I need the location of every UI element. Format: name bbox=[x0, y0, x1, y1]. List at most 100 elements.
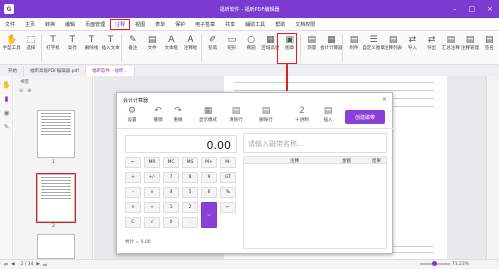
menu-item[interactable]: 主页 bbox=[20, 21, 40, 28]
calc-key[interactable]: 6 bbox=[201, 187, 217, 198]
menu-item[interactable]: 文件 bbox=[0, 21, 20, 28]
calc-key[interactable]: 4 bbox=[163, 187, 179, 198]
calculator-tool-button[interactable]: ⚙ 设置 bbox=[121, 105, 143, 123]
calc-key[interactable]: MC bbox=[163, 157, 179, 168]
calculator-tool-button[interactable]: ▤ 清除行 bbox=[225, 105, 247, 123]
page-thumbnail[interactable] bbox=[37, 234, 75, 259]
ribbon-button[interactable]: ○ 椭圆 bbox=[242, 33, 261, 52]
ribbon-button[interactable]: ▦ 会计计算器 bbox=[320, 33, 343, 52]
hand-icon[interactable]: ✋ bbox=[2, 80, 11, 89]
ribbon-button[interactable]: ⇄ 导出 bbox=[422, 33, 441, 52]
ribbon-button[interactable]: T 插入文本 bbox=[101, 33, 120, 52]
calc-key[interactable]: ← bbox=[220, 202, 236, 213]
zoom-slider-handle[interactable] bbox=[432, 261, 437, 266]
document-tab[interactable]: 福昕软件 - 福昕... bbox=[86, 66, 135, 76]
ribbon-button[interactable]: ▤ 注释列表 bbox=[384, 33, 403, 52]
calculator-tool-button[interactable]: ▤ 删除行 bbox=[255, 105, 277, 123]
calc-key[interactable]: GT bbox=[220, 172, 236, 183]
calc-key[interactable]: + bbox=[125, 172, 141, 183]
calculator-tool-button[interactable]: ↷ 重做 bbox=[167, 105, 189, 123]
create-tape-button[interactable]: 创建磁带 bbox=[345, 110, 385, 124]
ribbon-button[interactable]: ▤ 测量 bbox=[302, 33, 321, 52]
zoom-out-icon[interactable]: ⊖ bbox=[19, 88, 23, 94]
calc-key[interactable]: M- bbox=[220, 157, 236, 168]
ribbon-separator bbox=[300, 34, 302, 62]
calc-key[interactable]: × bbox=[125, 202, 141, 213]
calc-key[interactable]: 1 bbox=[163, 202, 179, 213]
ribbon-tool-icon: T bbox=[88, 34, 95, 45]
menu-item[interactable]: 注释 bbox=[110, 18, 131, 30]
ribbon-button[interactable]: T 删除线 bbox=[82, 33, 101, 52]
ribbon-button[interactable]: ✋ 手型工具 bbox=[2, 33, 21, 52]
calc-key[interactable]: +/- bbox=[144, 172, 160, 183]
calc-key[interactable]: MR bbox=[144, 157, 160, 168]
bookmark-icon[interactable]: ▮ bbox=[2, 94, 11, 103]
menu-item[interactable]: 共享 bbox=[220, 21, 240, 28]
calc-key[interactable]: - bbox=[125, 187, 141, 198]
ribbon-button[interactable]: ▤ 汇总注释 bbox=[441, 33, 460, 52]
page-thumbnail[interactable] bbox=[36, 173, 76, 223]
document-tab[interactable]: 福昕高级PDF编辑器.pdf bbox=[24, 66, 86, 76]
calc-key[interactable]: M+ bbox=[201, 157, 217, 168]
calc-key[interactable]: √ bbox=[144, 217, 160, 228]
comment-icon[interactable]: ◉ bbox=[2, 108, 11, 117]
next-page-icon[interactable]: ▶ bbox=[37, 262, 40, 267]
ribbon-button[interactable]: ▤ 文件 bbox=[142, 33, 161, 52]
tape-name-input[interactable]: 请输入磁带名称... bbox=[243, 133, 387, 153]
menu-item[interactable]: 帮助 bbox=[270, 21, 290, 28]
calc-key[interactable]: 0 bbox=[163, 217, 179, 228]
vertical-scrollbar[interactable] bbox=[486, 76, 499, 259]
attachment-icon[interactable]: ✎ bbox=[2, 122, 11, 131]
ribbon-button[interactable]: ▤ 签名 bbox=[480, 33, 499, 52]
ribbon-button[interactable]: ☰ 自定义图章 bbox=[362, 33, 385, 52]
document-tab[interactable]: 开始 bbox=[2, 66, 24, 76]
menu-item[interactable]: 表单 bbox=[150, 21, 170, 28]
ribbon-button[interactable]: ⇄ 导入 bbox=[403, 33, 422, 52]
ribbon-button[interactable]: ▭ 矩形 bbox=[222, 33, 241, 52]
calculator-tool-button[interactable]: 2 十进制 bbox=[291, 105, 313, 123]
tape-list[interactable] bbox=[243, 164, 387, 249]
calculator-tool-button[interactable]: ▦ 显示模式 bbox=[197, 105, 219, 123]
menu-item[interactable]: 页面管理 bbox=[80, 21, 110, 28]
zoom-level[interactable]: 71.23% bbox=[452, 262, 469, 267]
first-page-icon[interactable]: ⏮ bbox=[4, 262, 8, 268]
zoom-slider[interactable] bbox=[420, 261, 450, 266]
ribbon-button[interactable]: ▤ 注释管理 bbox=[460, 33, 479, 52]
ribbon-button[interactable]: A 文本框 bbox=[162, 33, 181, 52]
calc-key[interactable]: 7 bbox=[163, 172, 179, 183]
menu-item[interactable]: 电子签章 bbox=[190, 21, 220, 28]
close-icon[interactable]: × bbox=[382, 96, 387, 103]
menu-item[interactable]: 保护 bbox=[170, 21, 190, 28]
menu-item[interactable]: 辅助工具 bbox=[240, 21, 270, 28]
calculator-tool-button[interactable]: ↶ 撤销 bbox=[147, 105, 169, 123]
calc-key[interactable]: 5 bbox=[182, 187, 198, 198]
page-indicator[interactable]: 2 / 14 bbox=[21, 262, 34, 267]
calc-key[interactable]: ← bbox=[125, 157, 141, 168]
calc-key[interactable]: 2 bbox=[182, 202, 198, 213]
calc-key[interactable]: C bbox=[125, 217, 141, 228]
calc-key[interactable]: MS bbox=[182, 157, 198, 168]
ribbon-button[interactable]: ⬚ 选择 bbox=[21, 33, 40, 52]
menu-item[interactable]: 文档权限 bbox=[290, 21, 320, 28]
menu-item[interactable]: 视图 bbox=[130, 21, 150, 28]
ribbon-button[interactable]: ▤ 附件 bbox=[344, 33, 363, 52]
calc-key[interactable]: = bbox=[201, 202, 217, 228]
ribbon-button[interactable]: A 注释框 bbox=[181, 33, 200, 52]
last-page-icon[interactable]: ⏭ bbox=[43, 262, 47, 268]
menu-item[interactable]: 编辑 bbox=[60, 21, 80, 28]
calc-key[interactable]: × bbox=[144, 187, 160, 198]
calc-key[interactable]: ÷ bbox=[144, 202, 160, 213]
ribbon-button[interactable]: ✐ 铅笔 bbox=[203, 33, 222, 52]
calculator-tool-button[interactable]: ▤ 插入 bbox=[317, 105, 339, 123]
calc-key[interactable]: . bbox=[182, 217, 198, 228]
ribbon-button[interactable]: T 高亮 bbox=[63, 33, 82, 52]
calc-key[interactable]: 9 bbox=[201, 172, 217, 183]
menu-item[interactable]: 转换 bbox=[40, 21, 60, 28]
calc-key[interactable]: % bbox=[220, 187, 236, 198]
zoom-in-icon[interactable]: ⊕ bbox=[27, 88, 31, 94]
calc-key[interactable]: 8 bbox=[182, 172, 198, 183]
ribbon-button[interactable]: ✎ 备注 bbox=[123, 33, 142, 52]
ribbon-button[interactable]: T 打字机 bbox=[43, 33, 62, 52]
page-thumbnail[interactable] bbox=[37, 110, 75, 158]
prev-page-icon[interactable]: ◀ bbox=[11, 262, 14, 267]
